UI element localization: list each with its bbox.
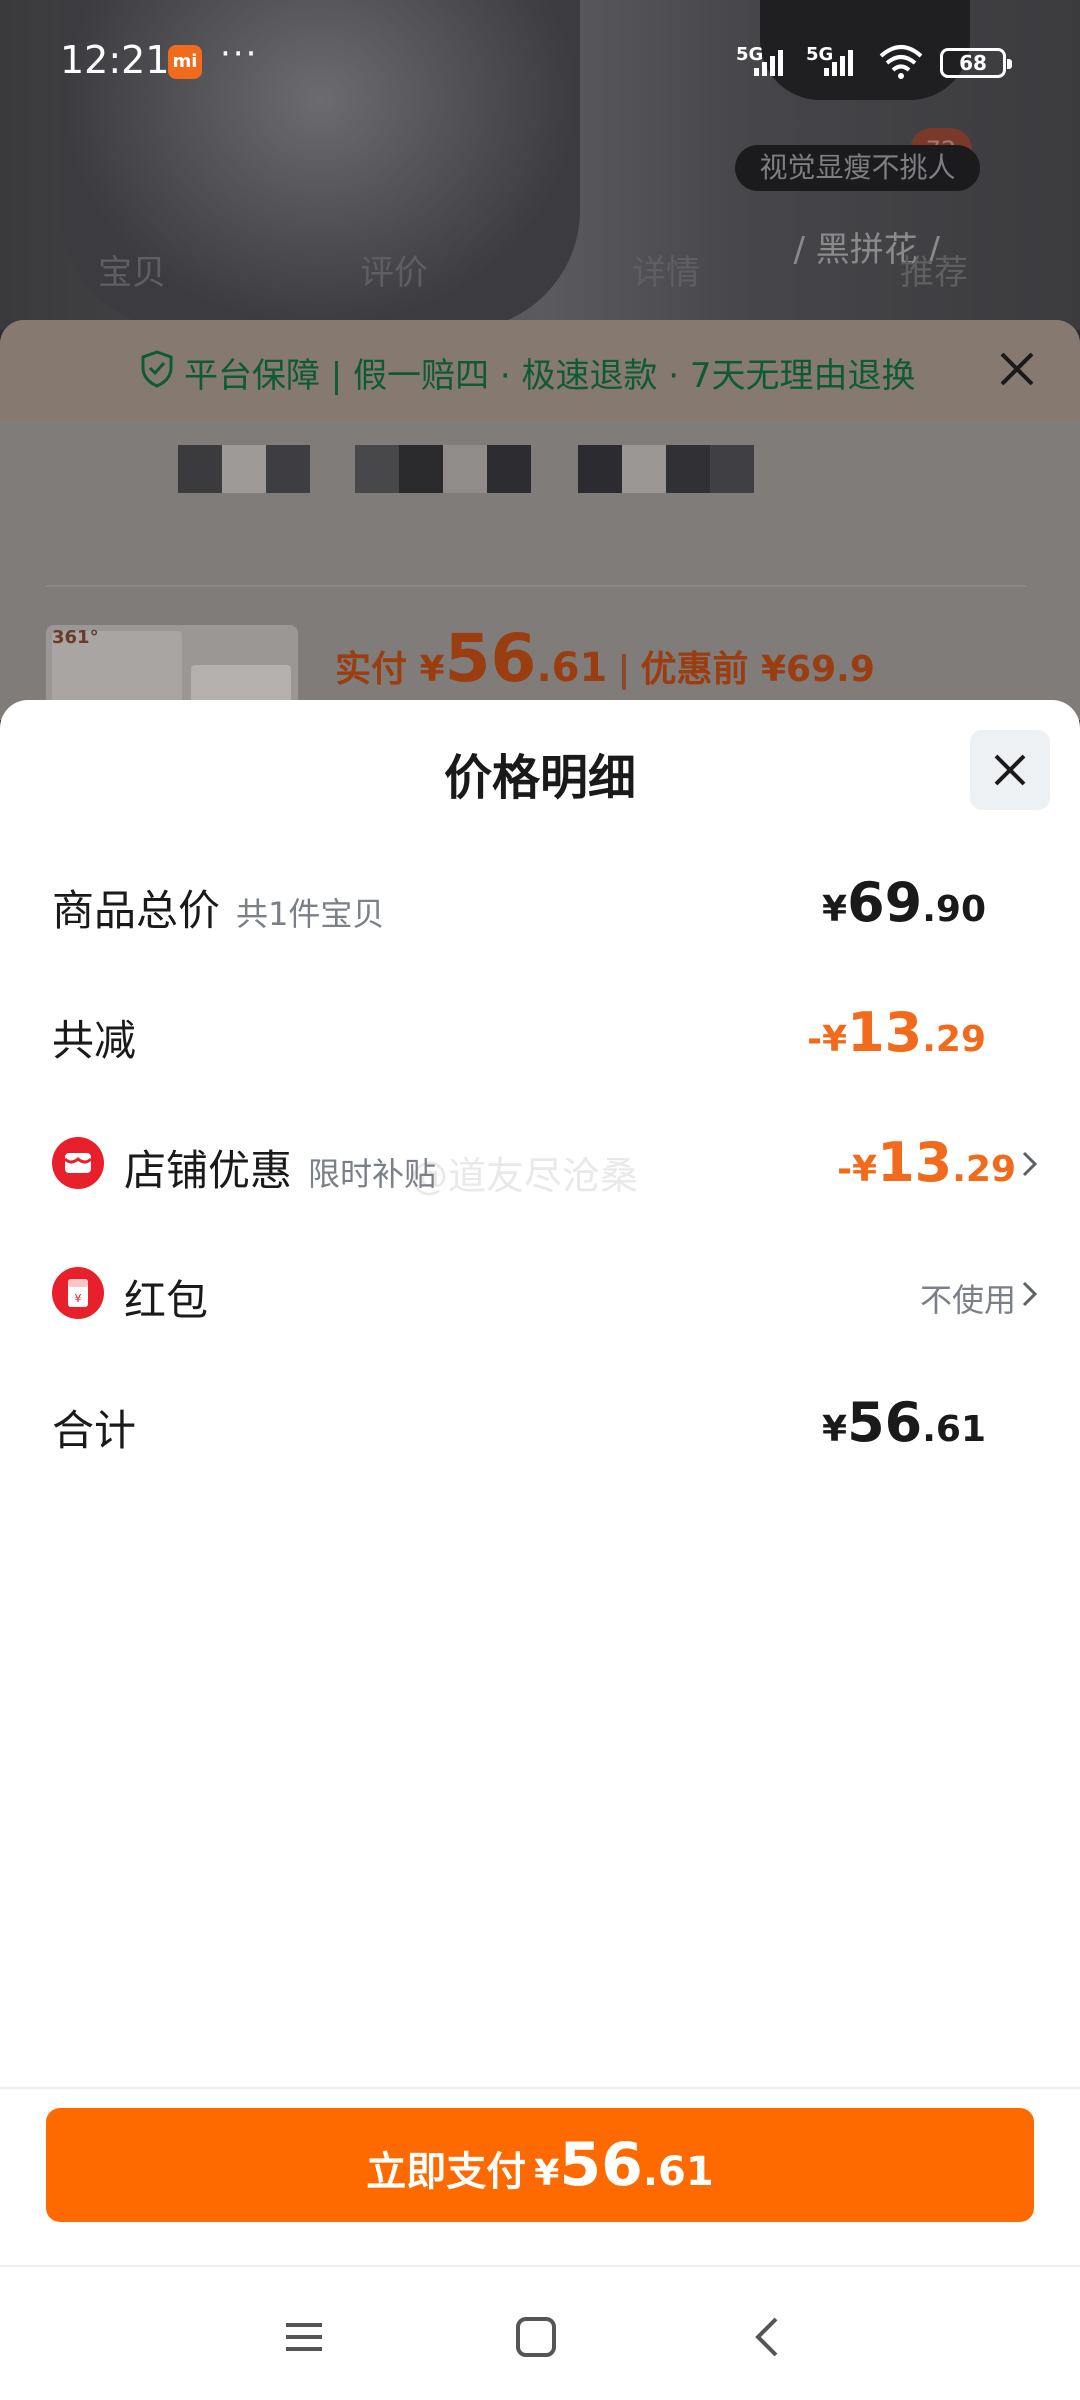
status-time: 12:21 (60, 38, 170, 82)
mi-icon: mi (168, 45, 202, 79)
brand-logo: 361° (52, 627, 99, 648)
original-price: 优惠前 ¥69.9 (640, 649, 875, 690)
menu-icon[interactable] (274, 2307, 334, 2367)
reduction-value: -¥13.29 (807, 1001, 986, 1064)
pay-currency: ¥ (534, 2153, 560, 2194)
price-detail-sheet: 价格明细 商品总价 共1件宝贝 ¥69.90 共减 -¥13.29 @道友尽沧桑 … (0, 700, 1080, 2400)
tab-review: 评价 (360, 253, 428, 293)
product-tag: 视觉显瘦不挑人 (735, 145, 980, 191)
svg-text:¥: ¥ (75, 1292, 82, 1305)
row-total-reduction: 共减 -¥13.29 (0, 995, 1080, 1075)
more-notifications: ··· (220, 34, 259, 74)
row-shop-discount[interactable]: @道友尽沧桑 店铺优惠 限时补贴 -¥13.29 (0, 1125, 1080, 1205)
divider (46, 585, 1026, 587)
pay-preview-int: 56 (444, 620, 537, 697)
tab-recommend: 推荐 (900, 253, 968, 293)
product-tabs: 宝贝 评价 详情 推荐 (0, 245, 1080, 305)
divider (0, 2087, 1080, 2089)
back-icon[interactable] (738, 2307, 798, 2367)
tab-details: 详情 (632, 253, 700, 293)
pay-preview-label: 实付 ¥ (335, 649, 445, 690)
red-packet-icon: ¥ (52, 1267, 104, 1319)
close-icon (1000, 352, 1034, 386)
sum-value: ¥56.61 (822, 1391, 986, 1454)
pay-now-label: 立即支付 (366, 2149, 527, 2195)
shop-discount-value: -¥13.29 (837, 1131, 1016, 1194)
red-packet-value: 不使用 (919, 1281, 1016, 1319)
sheet-title: 价格明细 (443, 750, 636, 806)
chevron-right-icon (1022, 1281, 1038, 1307)
sku-swatch (578, 445, 754, 493)
pay-preview-dec: .61 (536, 645, 608, 691)
watermark: @道友尽沧桑 (410, 1154, 639, 1198)
sku-panel: 平台保障 | 假一赔四 · 极速退款 · 7天无理由退换 361° 实付 ¥56… (0, 320, 1080, 720)
pay-int: 56 (559, 2130, 643, 2200)
item-count: 共1件宝贝 (236, 895, 385, 933)
red-packet-label: 红包 (124, 1276, 209, 1325)
system-navigation-bar (0, 2267, 1080, 2400)
chevron-right-icon (1022, 1151, 1038, 1177)
signal-icon (754, 50, 783, 76)
tab-item: 宝贝 (98, 253, 166, 293)
sku-swatch (355, 445, 531, 493)
shop-discount-sub: 限时补贴 (308, 1155, 437, 1193)
shop-icon (52, 1137, 104, 1189)
shield-icon (141, 350, 173, 388)
row-sum: 合计 ¥56.61 (0, 1385, 1080, 1465)
status-bar: 12:21 mi ··· 5G 5G 68 (0, 0, 1080, 104)
guarantee-bar: 平台保障 | 假一赔四 · 极速退款 · 7天无理由退换 (0, 320, 1080, 420)
guarantee-text: 平台保障 | 假一赔四 · 极速退款 · 7天无理由退换 (184, 356, 916, 396)
total-price-label: 商品总价 共1件宝贝 (52, 886, 385, 935)
row-red-packet[interactable]: ¥ 红包 不使用 (0, 1255, 1080, 1335)
signal-icon (824, 50, 853, 76)
wifi-icon (879, 45, 923, 79)
pay-preview: 实付 ¥56.61 | 优惠前 ¥69.9 (335, 620, 875, 697)
home-icon[interactable] (506, 2307, 566, 2367)
sku-swatch (178, 445, 310, 493)
total-price-value: ¥69.90 (822, 871, 986, 934)
shop-discount-label: 店铺优惠 限时补贴 (124, 1146, 437, 1195)
pay-dec: .61 (642, 2149, 714, 2195)
battery-icon: 68 (940, 48, 1012, 78)
close-button[interactable] (970, 730, 1050, 810)
background-product-page: 72 视觉显瘦不挑人 / 黑拼花 / 宝贝 评价 详情 推荐 平台保障 | 假一… (0, 0, 1080, 720)
close-icon (994, 754, 1026, 786)
reduction-label: 共减 (52, 1016, 137, 1065)
row-total-price: 商品总价 共1件宝贝 ¥69.90 (0, 865, 1080, 945)
pay-now-button[interactable]: 立即支付 ¥56.61 (46, 2108, 1034, 2222)
sum-label: 合计 (52, 1406, 137, 1455)
